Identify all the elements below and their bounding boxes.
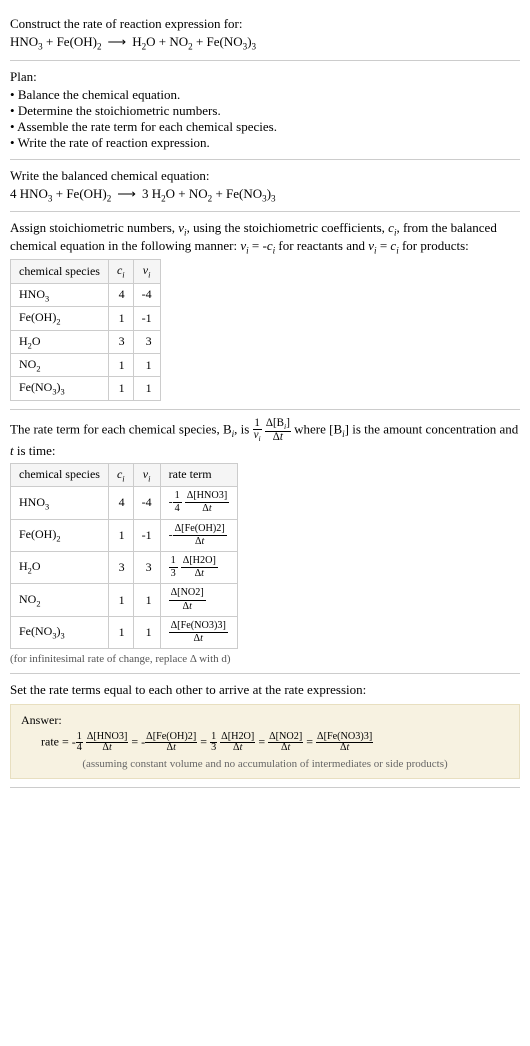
table-row: HNO34-4 <box>11 283 161 306</box>
c-cell: 1 <box>108 353 133 376</box>
rate-term-cell: 13 Δ[H2O]Δt <box>160 551 238 583</box>
rate-table: chemical speciesciνirate termHNO34-4-14 … <box>10 463 238 649</box>
unbalanced-equation: HNO3 + Fe(OH)2⟶H2O + NO2 + Fe(NO3)3 <box>10 34 520 52</box>
c-cell: 3 <box>108 330 133 353</box>
answer-label: Answer: <box>21 713 509 728</box>
frac-coef: 1νi <box>253 418 262 443</box>
species-cell: HNO3 <box>11 487 109 519</box>
rate-label: rate <box>41 735 59 749</box>
col-header: ci <box>108 260 133 283</box>
c-cell: 4 <box>108 283 133 306</box>
col-header: νi <box>133 260 160 283</box>
rate-term: Δ[NO2]Δt <box>268 735 303 749</box>
stoich-intro: Assign stoichiometric numbers, νi, using… <box>10 220 520 255</box>
rate-term: -Δ[Fe(OH)2]Δt <box>141 735 197 749</box>
species: Fe(OH)2 <box>57 34 102 49</box>
table-row: NO211Δ[NO2]Δt <box>11 584 238 616</box>
arrow-icon: ⟶ <box>102 34 133 49</box>
rate-term-cell: Δ[NO2]Δt <box>160 584 238 616</box>
col-header: chemical species <box>11 260 109 283</box>
species: NO2 <box>169 34 192 49</box>
rate-note: (for infinitesimal rate of change, repla… <box>10 653 520 665</box>
nu-cell: 1 <box>133 584 160 616</box>
nu-cell: 3 <box>133 551 160 583</box>
balanced-equation: 4 HNO3 + Fe(OH)2⟶3 H2O + NO2 + Fe(NO3)3 <box>10 186 520 204</box>
rate-term-cell: -Δ[Fe(OH)2]Δt <box>160 519 238 551</box>
species-cell: Fe(OH)2 <box>11 307 109 330</box>
species: Fe(NO3)3 <box>207 34 257 49</box>
table-row: H2O33 <box>11 330 161 353</box>
species-cell: H2O <box>11 551 109 583</box>
answer-box: Answer: rate = -14 Δ[HNO3]Δt = -Δ[Fe(OH)… <box>10 704 520 778</box>
nu-cell: 1 <box>133 353 160 376</box>
plan-item: Balance the chemical equation. <box>10 87 520 103</box>
species-cell: NO2 <box>11 584 109 616</box>
stoich-table: chemical speciesciνiHNO34-4Fe(OH)21-1H2O… <box>10 259 161 400</box>
rate-term-cell: Δ[Fe(NO3)3]Δt <box>160 616 238 648</box>
c-cell: 1 <box>108 519 133 551</box>
answer-note: (assuming constant volume and no accumul… <box>21 758 509 770</box>
col-header: rate term <box>160 463 238 486</box>
rate-section: The rate term for each chemical species,… <box>10 410 520 674</box>
table-row: H2O3313 Δ[H2O]Δt <box>11 551 238 583</box>
plan-item: Write the rate of reaction expression. <box>10 135 520 151</box>
nu-cell: -1 <box>133 307 160 330</box>
balanced-label: Write the balanced chemical equation: <box>10 168 520 184</box>
species-cell: HNO3 <box>11 283 109 306</box>
arrow-icon: ⟶ <box>111 186 142 201</box>
c-cell: 1 <box>108 377 133 400</box>
rate-intro: The rate term for each chemical species,… <box>10 418 520 459</box>
c-cell: 1 <box>108 584 133 616</box>
table-row: HNO34-4-14 Δ[HNO3]Δt <box>11 487 238 519</box>
plan-list: Balance the chemical equation.Determine … <box>10 87 520 151</box>
final-section: Set the rate terms equal to each other t… <box>10 674 520 787</box>
nu-cell: 1 <box>133 616 160 648</box>
term: Fe(NO3)3 <box>226 186 276 201</box>
question-prompt: Construct the rate of reaction expressio… <box>10 16 520 32</box>
nu-cell: -4 <box>133 283 160 306</box>
col-header: νi <box>133 463 160 486</box>
species: H2O <box>132 34 155 49</box>
answer-equation: rate = -14 Δ[HNO3]Δt = -Δ[Fe(OH)2]Δt = 1… <box>41 732 509 753</box>
table-row: Fe(NO3)311 <box>11 377 161 400</box>
col-header: ci <box>108 463 133 486</box>
nu-cell: 3 <box>133 330 160 353</box>
c-cell: 1 <box>108 307 133 330</box>
plan-section: Plan: Balance the chemical equation.Dete… <box>10 61 520 160</box>
stoich-section: Assign stoichiometric numbers, νi, using… <box>10 212 520 410</box>
term: Fe(OH)2 <box>66 186 111 201</box>
table-row: NO211 <box>11 353 161 376</box>
species-cell: H2O <box>11 330 109 353</box>
col-header: chemical species <box>11 463 109 486</box>
rate-term: 13 Δ[H2O]Δt <box>210 735 255 749</box>
rate-term: Δ[Fe(NO3)3]Δt <box>316 735 373 749</box>
question-section: Construct the rate of reaction expressio… <box>10 8 520 61</box>
plan-item: Determine the stoichiometric numbers. <box>10 103 520 119</box>
nu-cell: -4 <box>133 487 160 519</box>
frac-rate: Δ[Bi]Δt <box>265 418 291 443</box>
plan-item: Assemble the rate term for each chemical… <box>10 119 520 135</box>
rate-term-cell: -14 Δ[HNO3]Δt <box>160 487 238 519</box>
table-row: Fe(OH)21-1 <box>11 307 161 330</box>
rate-term: -14 Δ[HNO3]Δt <box>72 735 129 749</box>
species-cell: Fe(NO3)3 <box>11 616 109 648</box>
table-row: Fe(OH)21-1-Δ[Fe(OH)2]Δt <box>11 519 238 551</box>
plan-label: Plan: <box>10 69 520 85</box>
species-cell: NO2 <box>11 353 109 376</box>
c-cell: 3 <box>108 551 133 583</box>
table-row: Fe(NO3)311Δ[Fe(NO3)3]Δt <box>11 616 238 648</box>
species-cell: Fe(OH)2 <box>11 519 109 551</box>
species-cell: Fe(NO3)3 <box>11 377 109 400</box>
species: HNO3 <box>10 34 43 49</box>
term: NO2 <box>189 186 212 201</box>
c-cell: 1 <box>108 616 133 648</box>
nu-cell: 1 <box>133 377 160 400</box>
nu-cell: -1 <box>133 519 160 551</box>
c-cell: 4 <box>108 487 133 519</box>
term: 4 HNO3 <box>10 186 52 201</box>
balanced-section: Write the balanced chemical equation: 4 … <box>10 160 520 213</box>
final-intro: Set the rate terms equal to each other t… <box>10 682 520 698</box>
term: 3 H2O <box>142 186 175 201</box>
